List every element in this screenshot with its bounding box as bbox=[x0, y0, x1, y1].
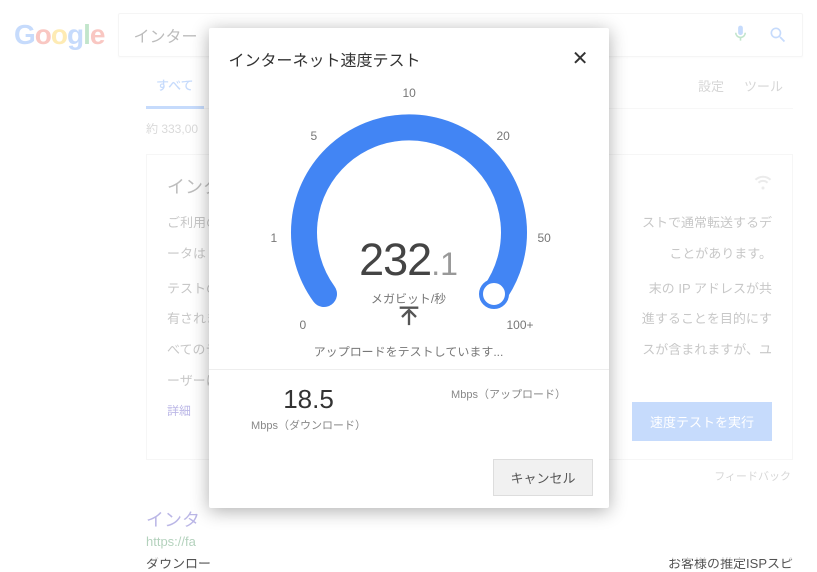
speed-gauge: 0 1 5 10 20 50 100+ 232.1 メガビット/秒 アップロード… bbox=[249, 89, 569, 369]
download-label: Mbps（ダウンロード） bbox=[209, 417, 409, 433]
gauge-tick-5: 5 bbox=[311, 129, 318, 143]
speed-test-modal: インターネット速度テスト ✕ 0 1 5 10 20 50 100+ 232.1… bbox=[209, 28, 609, 508]
gauge-value-frac: .1 bbox=[431, 246, 458, 282]
download-value: 18.5 bbox=[209, 384, 409, 415]
upload-result: Mbps（アップロード） bbox=[409, 384, 609, 433]
gauge-tick-20: 20 bbox=[497, 129, 510, 143]
cancel-button[interactable]: キャンセル bbox=[493, 459, 592, 496]
gauge-status: アップロードをテストしています... bbox=[249, 343, 569, 360]
gauge-tick-10: 10 bbox=[403, 86, 416, 100]
modal-backdrop: インターネット速度テスト ✕ 0 1 5 10 20 50 100+ 232.1… bbox=[0, 0, 817, 559]
upload-label: Mbps（アップロード） bbox=[409, 386, 609, 402]
gauge-value-main: 232 bbox=[359, 234, 431, 285]
download-result: 18.5 Mbps（ダウンロード） bbox=[209, 384, 409, 433]
modal-title: インターネット速度テスト bbox=[229, 47, 421, 71]
close-icon[interactable]: ✕ bbox=[572, 46, 589, 71]
upload-arrow-icon bbox=[249, 303, 569, 334]
